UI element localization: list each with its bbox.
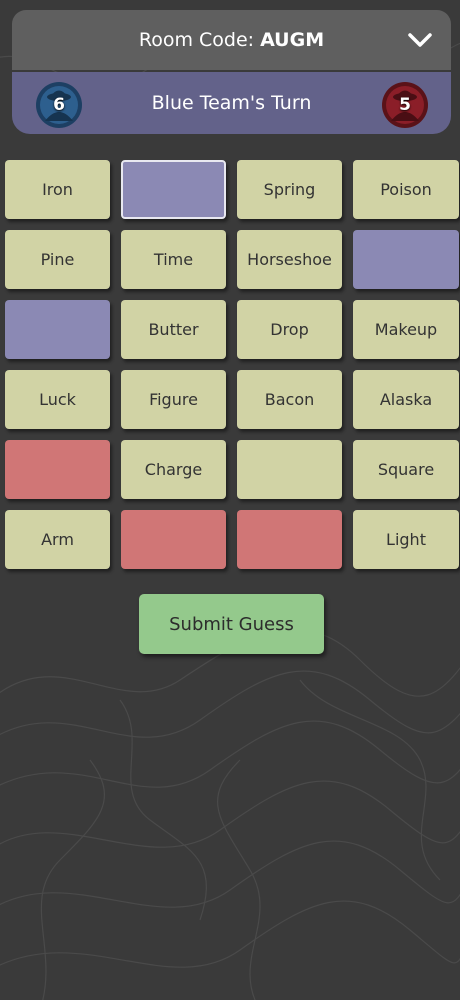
word-card[interactable]: Butter bbox=[121, 300, 226, 359]
word-card[interactable]: Square bbox=[353, 440, 459, 499]
word-card[interactable] bbox=[237, 510, 342, 569]
word-card[interactable]: Pine bbox=[5, 230, 110, 289]
word-card[interactable] bbox=[5, 440, 110, 499]
turn-indicator: 6 Blue Team's Turn 5 bbox=[12, 72, 451, 134]
word-card[interactable]: Spring bbox=[237, 160, 342, 219]
word-card[interactable]: Makeup bbox=[353, 300, 459, 359]
word-board: Iron Spring Poison Pine Time Horseshoe Butter D… bbox=[5, 160, 459, 569]
word-card[interactable] bbox=[237, 440, 342, 499]
turn-text: Blue Team's Turn bbox=[151, 92, 312, 114]
room-header: Room Code: AUGM bbox=[12, 10, 451, 70]
word-card[interactable]: Luck bbox=[5, 370, 110, 429]
word-card[interactable] bbox=[121, 510, 226, 569]
word-card[interactable]: Time bbox=[121, 230, 226, 289]
word-card[interactable]: Bacon bbox=[237, 370, 342, 429]
word-card[interactable]: Iron bbox=[5, 160, 110, 219]
word-card[interactable] bbox=[5, 300, 110, 359]
word-card[interactable]: Poison bbox=[353, 160, 459, 219]
blue-team-badge: 6 bbox=[35, 81, 83, 129]
room-code-label: Room Code: bbox=[138, 29, 255, 51]
word-card[interactable]: Arm bbox=[5, 510, 110, 569]
word-card[interactable]: Figure bbox=[121, 370, 226, 429]
word-card[interactable]: Charge bbox=[121, 440, 226, 499]
chevron-down-icon[interactable] bbox=[407, 28, 433, 52]
blue-remaining-count: 6 bbox=[53, 95, 65, 115]
room-code: AUGM bbox=[260, 29, 325, 51]
red-team-badge: 5 bbox=[381, 81, 429, 129]
red-remaining-count: 5 bbox=[399, 95, 411, 115]
word-card[interactable]: Drop bbox=[237, 300, 342, 359]
word-card[interactable] bbox=[353, 230, 459, 289]
submit-guess-button[interactable]: Submit Guess bbox=[139, 594, 324, 654]
word-card[interactable]: Alaska bbox=[353, 370, 459, 429]
word-card[interactable] bbox=[121, 160, 226, 219]
word-card[interactable]: Horseshoe bbox=[237, 230, 342, 289]
word-card[interactable]: Light bbox=[353, 510, 459, 569]
